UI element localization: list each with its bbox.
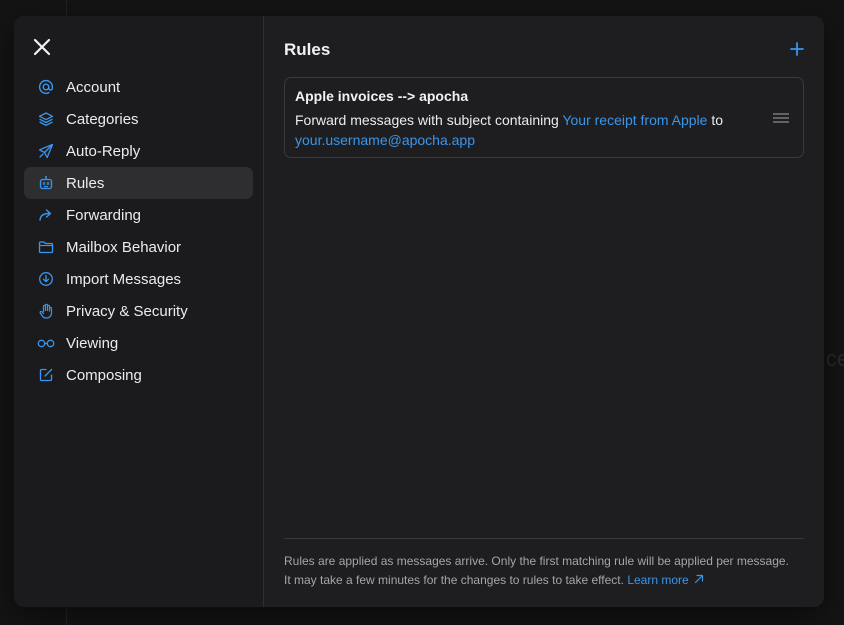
sidebar-item-account[interactable]: Account (24, 71, 253, 103)
sidebar-item-mailbox-behavior[interactable]: Mailbox Behavior (24, 231, 253, 263)
settings-nav: Account Categories Auto-Reply Rules Forw… (24, 71, 253, 391)
sidebar-item-label: Composing (66, 366, 142, 384)
paper-plane-icon (37, 142, 55, 160)
rule-subject-value: Your receipt from Apple (562, 112, 708, 128)
folder-icon (37, 238, 55, 256)
learn-more-link[interactable]: Learn more (627, 573, 703, 587)
sidebar-item-auto-reply[interactable]: Auto-Reply (24, 135, 253, 167)
hand-icon (37, 302, 55, 320)
rules-panel: Rules Apple invoices --> apocha Forward … (264, 16, 824, 607)
sidebar-item-label: Viewing (66, 334, 119, 352)
rule-forward-address: your.username@apocha.app (295, 132, 475, 148)
drag-handle-icon (773, 113, 789, 123)
plus-icon (790, 42, 804, 56)
sidebar-item-label: Mailbox Behavior (66, 238, 182, 256)
sidebar-item-composing[interactable]: Composing (24, 359, 253, 391)
download-circle-icon (37, 270, 55, 288)
settings-modal: Account Categories Auto-Reply Rules Forw… (14, 16, 824, 607)
sidebar-item-label: Privacy & Security (66, 302, 188, 320)
sidebar-item-label: Rules (66, 174, 105, 192)
at-icon (37, 78, 55, 96)
rule-condition-text: Forward messages with subject containing (295, 112, 563, 128)
sidebar-item-rules[interactable]: Rules (24, 167, 253, 199)
drag-handle[interactable] (772, 111, 790, 123)
sidebar-item-privacy-security[interactable]: Privacy & Security (24, 295, 253, 327)
add-rule-button[interactable] (788, 40, 806, 58)
rule-name: Apple invoices --> apocha (295, 88, 469, 104)
footer-text: Rules are applied as messages arrive. On… (284, 554, 789, 587)
glasses-icon (37, 334, 55, 352)
footer-divider (284, 538, 804, 539)
compose-icon (37, 366, 55, 384)
sidebar-item-label: Account (66, 78, 121, 96)
page-title: Rules (284, 40, 331, 59)
rule-card[interactable]: Apple invoices --> apocha Forward messag… (284, 77, 804, 158)
close-icon (33, 38, 51, 56)
forward-arrow-icon (37, 206, 55, 224)
layers-icon (37, 110, 55, 128)
learn-more-label: Learn more (627, 573, 689, 587)
external-arrow-icon (694, 574, 703, 584)
robot-icon (37, 174, 55, 192)
sidebar-item-import-messages[interactable]: Import Messages (24, 263, 253, 295)
rule-description: Forward messages with subject containing… (295, 110, 755, 150)
sidebar-item-label: Categories (66, 110, 139, 128)
sidebar-item-viewing[interactable]: Viewing (24, 327, 253, 359)
close-button[interactable] (31, 36, 53, 58)
backdrop-text-fragment: ce (826, 346, 844, 371)
settings-sidebar: Account Categories Auto-Reply Rules Forw… (14, 16, 264, 607)
sidebar-item-categories[interactable]: Categories (24, 103, 253, 135)
sidebar-item-label: Import Messages (66, 270, 182, 288)
sidebar-item-label: Forwarding (66, 206, 142, 224)
rule-action-text: to (707, 112, 724, 128)
sidebar-item-label: Auto-Reply (66, 142, 141, 160)
rules-footer-note: Rules are applied as messages arrive. On… (284, 552, 789, 590)
sidebar-item-forwarding[interactable]: Forwarding (24, 199, 253, 231)
